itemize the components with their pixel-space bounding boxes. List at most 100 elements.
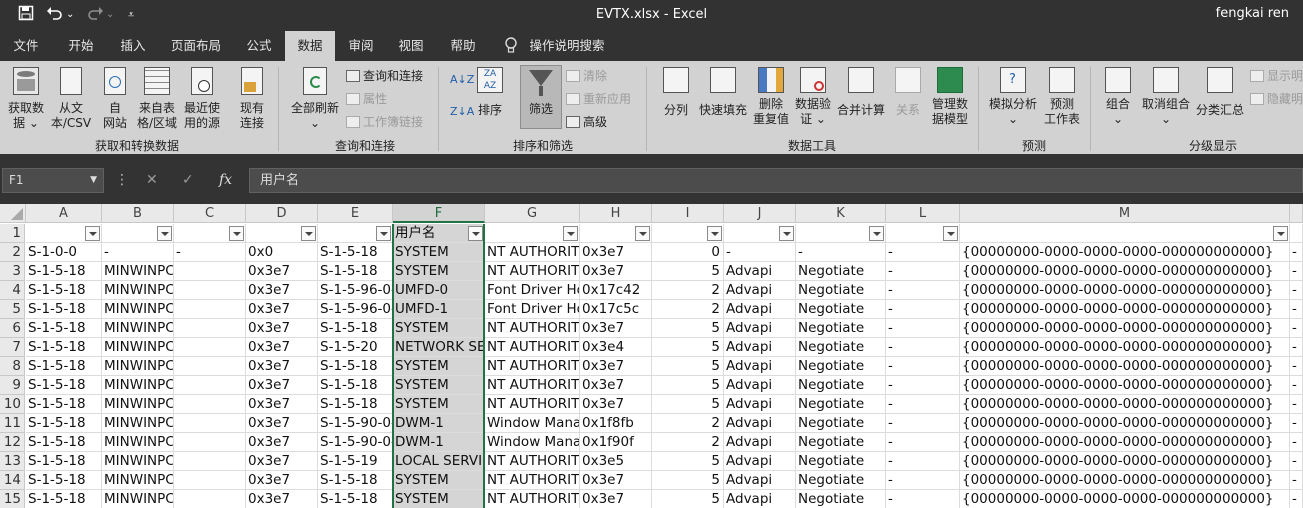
table-cell[interactable]: - [886, 243, 960, 262]
table-cell[interactable]: Negotiate [796, 319, 886, 338]
column-header-h[interactable]: H [580, 204, 652, 223]
table-cell[interactable]: Negotiate [796, 262, 886, 281]
row-header[interactable]: 11 [0, 414, 25, 433]
table-cell[interactable]: 0x1f8fb [580, 414, 652, 433]
table-cell[interactable]: Negotiate [796, 300, 886, 319]
properties-button[interactable]: 属性 [346, 90, 387, 108]
table-cell[interactable]: 0x3e7 [580, 471, 652, 490]
table-cell[interactable] [174, 281, 246, 300]
existing-connections-button[interactable]: 现有 连接 [232, 67, 272, 131]
table-cell[interactable]: Negotiate [796, 433, 886, 452]
filter-dropdown-icon[interactable] [85, 226, 100, 241]
consolidate-button[interactable]: 合并计算 [834, 67, 888, 118]
table-cell[interactable] [174, 433, 246, 452]
table-cell[interactable]: 0x3e7 [246, 414, 318, 433]
from-web-button[interactable]: 自 网站 [96, 67, 134, 131]
filter-dropdown-icon[interactable] [1273, 226, 1288, 241]
row-header[interactable]: 5 [0, 300, 25, 319]
tab-home[interactable]: 开始 [58, 31, 104, 61]
column-header-m[interactable]: M [960, 204, 1290, 223]
table-cell[interactable] [174, 319, 246, 338]
table-cell[interactable]: Negotiate [796, 490, 886, 508]
table-cell[interactable]: NT AUTHORITY [485, 319, 580, 338]
table-cell[interactable]: {00000000-0000-0000-0000-000000000000} [960, 338, 1290, 357]
table-cell[interactable]: 5 [652, 357, 724, 376]
worksheet-grid[interactable]: ABCDEFGHIJKLM 1 用户名 2 S-1-0-0- -0x0 S-1-5-18 S… [0, 204, 1303, 508]
table-cell[interactable]: Negotiate [796, 395, 886, 414]
table-cell[interactable]: - [886, 338, 960, 357]
table-cell[interactable]: Advapi [724, 433, 796, 452]
table-cell[interactable]: 0x0 [246, 243, 318, 262]
table-cell[interactable]: NT AUTHORITY [485, 357, 580, 376]
data-validation-button[interactable]: 数据验 证 ⌄ [792, 67, 834, 127]
table-cell[interactable]: - [886, 262, 960, 281]
filter-dropdown-icon[interactable] [779, 226, 794, 241]
table-cell[interactable]: S-1-5-18 [318, 376, 393, 395]
get-data-button[interactable]: 获取数 据 ⌄ [4, 67, 48, 131]
table-cell[interactable]: MINWINPC$ [102, 376, 174, 395]
table-cell[interactable]: SYSTEM [393, 490, 485, 508]
table-cell[interactable]: Negotiate [796, 414, 886, 433]
row-header[interactable]: 9 [0, 376, 25, 395]
table-cell[interactable]: Negotiate [796, 471, 886, 490]
recent-sources-button[interactable]: 最近使 用的源 [180, 67, 224, 131]
row-header[interactable]: 4 [0, 281, 25, 300]
flash-fill-button[interactable]: 快速填充 [697, 67, 749, 118]
table-cell[interactable]: 0x3e7 [246, 376, 318, 395]
tell-me-search[interactable]: 操作说明搜索 [526, 31, 608, 61]
table-cell[interactable]: 0x3e7 [246, 300, 318, 319]
table-cell[interactable]: - [796, 243, 886, 262]
table-cell[interactable]: - [1290, 338, 1303, 357]
table-cell[interactable]: 0x3e7 [246, 471, 318, 490]
group-button[interactable]: 组合 ⌄ [1100, 67, 1136, 127]
table-cell[interactable]: Advapi [724, 376, 796, 395]
table-cell[interactable]: LOCAL SERVICE [393, 452, 485, 471]
table-cell[interactable]: 0x3e7 [246, 452, 318, 471]
filter-dropdown-icon[interactable] [229, 226, 244, 241]
column-header-e[interactable]: E [318, 204, 393, 223]
tab-insert[interactable]: 插入 [110, 31, 156, 61]
table-cell[interactable]: {00000000-0000-0000-0000-000000000000} [960, 262, 1290, 281]
tab-page-layout[interactable]: 页面布局 [164, 31, 228, 61]
table-cell[interactable]: 5 [652, 262, 724, 281]
table-cell[interactable]: 0x3e7 [246, 433, 318, 452]
insert-function-icon[interactable]: fx [219, 172, 232, 188]
table-cell[interactable]: - [724, 243, 796, 262]
table-cell[interactable]: 0x3e7 [580, 319, 652, 338]
row-header[interactable]: 12 [0, 433, 25, 452]
table-cell[interactable]: 0x3e7 [246, 281, 318, 300]
filter-dropdown-icon[interactable] [468, 226, 483, 241]
table-cell[interactable]: S-1-5-18 [318, 357, 393, 376]
table-cell[interactable]: Advapi [724, 281, 796, 300]
table-cell[interactable]: 5 [652, 338, 724, 357]
tab-help[interactable]: 帮助 [440, 31, 486, 61]
table-cell[interactable]: SYSTEM [393, 319, 485, 338]
row-header[interactable]: 7 [0, 338, 25, 357]
table-cell[interactable]: - [886, 281, 960, 300]
table-cell[interactable]: S-1-5-18 [26, 300, 102, 319]
reapply-button[interactable]: 重新应用 [566, 90, 631, 108]
filter-dropdown-icon[interactable] [635, 226, 650, 241]
table-cell[interactable]: S-1-5-96-0-0 [318, 281, 393, 300]
table-cell[interactable]: 0x3e7 [246, 262, 318, 281]
confirm-entry-icon[interactable]: ✓ [182, 172, 194, 188]
table-cell[interactable]: {00000000-0000-0000-0000-000000000000} [960, 471, 1290, 490]
table-cell[interactable]: {00000000-0000-0000-0000-000000000000} [960, 395, 1290, 414]
table-cell[interactable] [174, 262, 246, 281]
table-cell[interactable]: - [886, 319, 960, 338]
formula-input[interactable]: 用户名 [249, 168, 1303, 193]
table-cell[interactable]: SYSTEM [393, 376, 485, 395]
table-cell[interactable]: Advapi [724, 490, 796, 508]
edit-links-button[interactable]: 工作簿链接 [346, 113, 423, 131]
tab-view[interactable]: 视图 [388, 31, 434, 61]
table-cell[interactable]: 2 [652, 300, 724, 319]
table-cell[interactable]: 5 [652, 319, 724, 338]
table-cell[interactable]: - [886, 433, 960, 452]
table-cell[interactable]: {00000000-0000-0000-0000-000000000000} [960, 243, 1290, 262]
row-header[interactable]: 10 [0, 395, 25, 414]
table-cell[interactable]: S-1-0-0 [26, 243, 102, 262]
table-cell[interactable]: Advapi [724, 471, 796, 490]
table-cell[interactable]: Advapi [724, 452, 796, 471]
header-cell[interactable] [1290, 224, 1303, 243]
table-cell[interactable]: {00000000-0000-0000-0000-000000000000} [960, 452, 1290, 471]
